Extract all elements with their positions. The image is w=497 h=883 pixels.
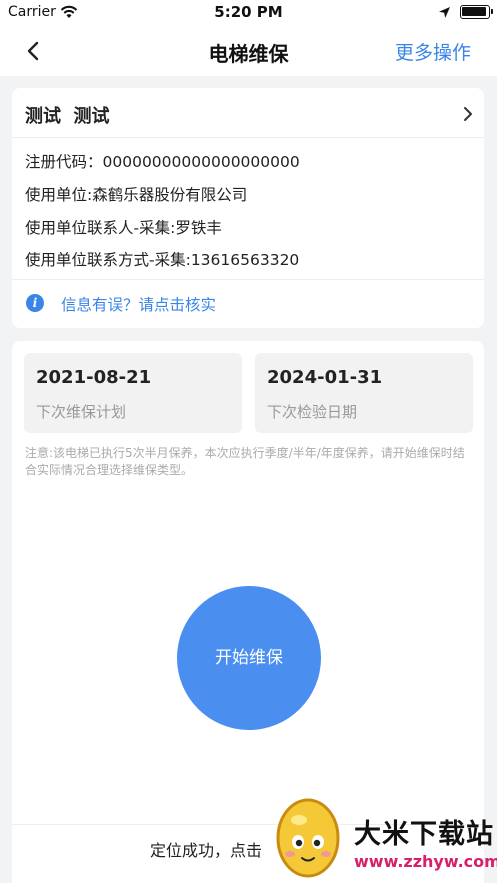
maintenance-card: 2021-08-21 下次维保计划 2024-01-31 下次检验日期 注意:该… <box>12 341 484 883</box>
divider <box>12 137 484 138</box>
elevator-name[interactable]: 测试 测试 <box>25 102 110 128</box>
registration-code: 注册代码：00000000000000000000 <box>25 153 300 171</box>
info-icon: i <box>26 294 44 312</box>
next-inspection-label: 下次检验日期 <box>267 403 358 421</box>
contact-person: 使用单位联系人-采集:罗铁丰 <box>25 219 222 237</box>
status-time: 5:20 PM <box>214 3 283 21</box>
chevron-right-icon[interactable] <box>462 106 474 122</box>
watermark-url: www.zzhyw.com <box>354 852 497 871</box>
status-bar: Carrier 5:20 PM <box>0 0 497 26</box>
rice-mascot-icon <box>276 798 340 878</box>
user-unit: 使用单位:森鹤乐器股份有限公司 <box>25 186 248 204</box>
location-arrow-icon <box>439 7 450 18</box>
more-actions-button[interactable]: 更多操作 <box>395 38 471 65</box>
next-maintenance-box: 2021-08-21 下次维保计划 <box>24 353 242 433</box>
watermark-site-name: 大米下载站 <box>354 819 494 850</box>
divider <box>12 279 484 280</box>
location-status[interactable]: 定位成功，点击 <box>150 837 262 861</box>
next-inspection-box: 2024-01-31 下次检验日期 <box>255 353 473 433</box>
next-maintenance-label: 下次维保计划 <box>36 403 127 421</box>
info-error-link[interactable]: 信息有误？请点击核实 <box>61 293 216 315</box>
contact-phone: 使用单位联系方式-采集:13616563320 <box>25 251 300 269</box>
next-inspection-date: 2024-01-31 <box>267 367 383 388</box>
elevator-info-card: 测试 测试 注册代码：00000000000000000000 使用单位:森鹤乐… <box>12 88 484 328</box>
start-maintenance-button[interactable]: 开始维保 <box>177 586 321 730</box>
maintenance-note: 注意:该电梯已执行5次半月保养，本次应执行季度/半年/年度保养，请开始维保时结合… <box>25 446 465 477</box>
nav-bar: 电梯维保 更多操作 <box>0 26 497 76</box>
next-maintenance-date: 2021-08-21 <box>36 367 152 388</box>
battery-icon <box>460 5 493 19</box>
